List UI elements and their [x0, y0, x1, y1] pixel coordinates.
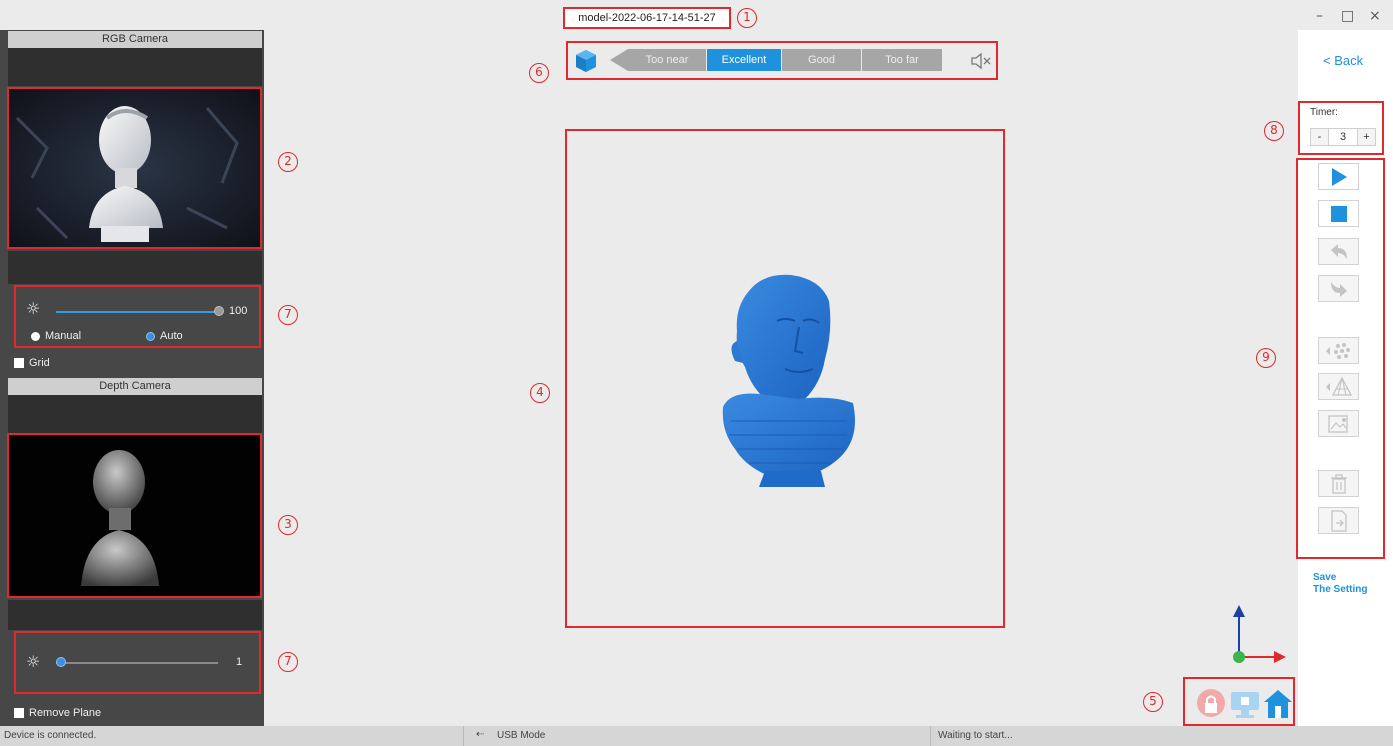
undo-button[interactable]	[1318, 238, 1359, 265]
timer-decrement[interactable]: -	[1311, 129, 1329, 145]
status-usb-mode: USB Mode	[497, 730, 546, 741]
depth-view-highlight	[7, 433, 262, 598]
depth-camera-strip	[8, 395, 262, 433]
depth-camera-header: Depth Camera	[8, 378, 262, 395]
stop-scan-button[interactable]	[1318, 200, 1359, 227]
stop-icon	[1330, 205, 1347, 222]
rgb-camera-strip-bottom	[8, 251, 262, 284]
grid-checkbox-box	[14, 358, 24, 368]
cube-icon	[576, 50, 596, 72]
play-icon	[1331, 167, 1347, 186]
rgb-camera-strip	[8, 48, 262, 86]
rgb-brightness-knob[interactable]	[214, 306, 224, 316]
callout-6: 6	[529, 63, 549, 83]
arrow-left-icon	[610, 49, 628, 71]
distance-too-far: Too far	[862, 49, 942, 71]
callout-3: 3	[278, 515, 298, 535]
rgb-brightness-track[interactable]	[56, 311, 218, 313]
rgb-camera-header: RGB Camera	[8, 31, 262, 48]
grid-checkbox[interactable]: Grid	[14, 357, 50, 369]
scan-viewport[interactable]	[565, 129, 1005, 628]
status-connection: Device is connected.	[4, 730, 97, 741]
texture-button[interactable]	[1318, 410, 1359, 437]
manual-radio-dot	[31, 331, 40, 341]
point-cloud-button[interactable]	[1318, 337, 1359, 364]
export-icon	[1330, 509, 1347, 532]
callout-7a: 7	[278, 305, 298, 325]
manual-radio[interactable]: Manual	[31, 330, 81, 342]
brightness-icon: ☼	[26, 299, 41, 318]
rgb-brightness-value: 100	[229, 305, 248, 317]
timer-increment[interactable]: +	[1357, 129, 1375, 145]
save-setting-line2: The Setting	[1313, 584, 1368, 595]
depth-brightness-icon: ☼	[26, 652, 41, 671]
mesh-button[interactable]	[1318, 373, 1359, 400]
axis-gizmo	[1233, 605, 1286, 663]
remove-plane-checkbox[interactable]: Remove Plane	[14, 707, 101, 719]
delete-icon	[1330, 473, 1347, 494]
depth-brightness-knob[interactable]	[56, 657, 66, 667]
usb-icon: ⇠	[476, 729, 485, 740]
home-view-icon[interactable]	[1263, 688, 1293, 720]
depth-brightness-track[interactable]	[56, 662, 218, 664]
save-setting-line1: Save	[1313, 572, 1337, 583]
point-cloud-icon	[1325, 342, 1350, 359]
distance-good: Good	[782, 49, 861, 71]
export-button[interactable]	[1318, 507, 1359, 534]
callout-1: 1	[737, 8, 757, 28]
timer-value[interactable]: 3	[1329, 129, 1357, 145]
redo-button[interactable]	[1318, 275, 1359, 302]
remove-plane-checkbox-box	[14, 708, 24, 718]
rgb-view-highlight	[7, 87, 262, 249]
callout-9: 9	[1256, 348, 1276, 368]
undo-icon	[1330, 243, 1347, 259]
minimize-button[interactable]: –	[1316, 8, 1323, 24]
distance-excellent: Excellent	[707, 49, 781, 71]
auto-radio[interactable]: Auto	[146, 330, 183, 342]
auto-radio-dot	[146, 331, 155, 341]
status-bar: Device is connected. ⇠ USB Mode Waiting …	[0, 726, 1393, 746]
close-button[interactable]: ×	[1369, 8, 1381, 24]
timer-stepper[interactable]: - 3 +	[1310, 128, 1376, 146]
save-setting-link[interactable]: Save The Setting	[1313, 572, 1367, 596]
status-divider-2	[930, 726, 931, 746]
distance-too-near: Too near	[628, 49, 706, 71]
remove-plane-checkbox-label: Remove Plane	[29, 707, 102, 719]
depth-brightness-value: 1	[236, 656, 243, 668]
screen-view-icon[interactable]	[1229, 688, 1261, 720]
distance-indicator: Too near Excellent Good Too far	[566, 41, 998, 80]
timer-label: Timer:	[1310, 107, 1338, 118]
manual-radio-label: Manual	[45, 330, 82, 342]
callout-7b: 7	[278, 652, 298, 672]
callout-8: 8	[1264, 121, 1284, 141]
mesh-icon	[1325, 376, 1352, 396]
depth-camera-strip-bottom	[8, 600, 262, 630]
auto-radio-label: Auto	[160, 330, 183, 342]
callout-5: 5	[1143, 692, 1163, 712]
grid-checkbox-label: Grid	[29, 357, 50, 369]
redo-icon	[1330, 281, 1347, 297]
lock-view-icon[interactable]	[1196, 688, 1226, 720]
status-divider-1	[463, 726, 464, 746]
window-title: model-2022-06-17-14-51-27	[563, 7, 731, 29]
start-scan-button[interactable]	[1318, 163, 1359, 190]
callout-2: 2	[278, 152, 298, 172]
texture-icon	[1327, 414, 1348, 433]
back-button[interactable]: < Back	[1323, 53, 1363, 68]
delete-button[interactable]	[1318, 470, 1359, 497]
status-scan-state: Waiting to start...	[938, 730, 1013, 741]
scanned-model	[722, 274, 855, 487]
maximize-button[interactable]: □	[1341, 8, 1354, 24]
speaker-mute-icon[interactable]	[970, 51, 992, 71]
callout-4: 4	[530, 383, 550, 403]
